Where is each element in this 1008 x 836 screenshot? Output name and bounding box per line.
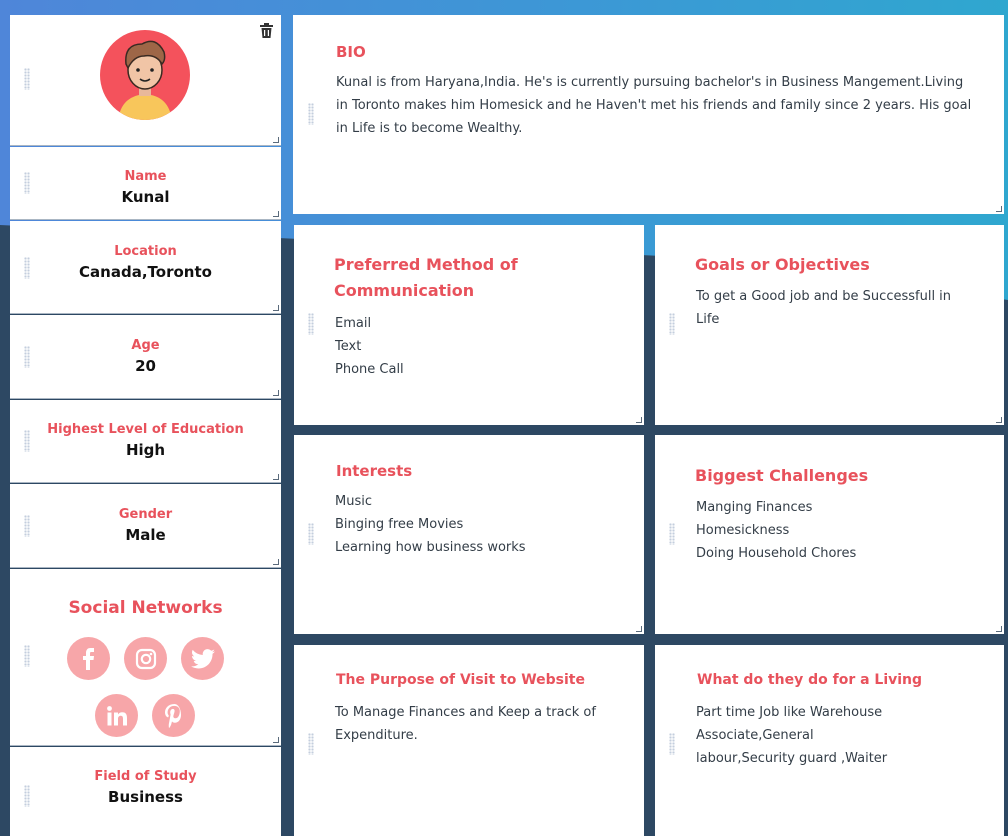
twitter-icon[interactable] [181,637,224,680]
drag-handle-icon[interactable] [24,257,30,279]
resize-handle-icon[interactable] [273,211,279,217]
goals-list: To get a Good job and be Successfull in … [696,285,966,331]
challenges-list: Manging Finances Homesickness Doing Hous… [696,496,856,565]
gender-label: Gender [118,507,173,522]
list-item: Phone Call [335,362,404,377]
bio-title: BIO [336,43,366,61]
field-of-study-card[interactable]: Field of Study Business [10,747,281,836]
bio-card[interactable]: BIO Kunal is from Haryana,India. He's is… [293,15,1004,214]
drag-handle-icon[interactable] [669,313,675,335]
communication-card[interactable]: Preferred Method of Communication Email … [294,225,644,425]
resize-handle-icon[interactable] [636,417,642,423]
drag-handle-icon[interactable] [669,523,675,545]
interests-card[interactable]: Interests Music Binging free Movies Lear… [294,435,644,634]
drag-handle-icon[interactable] [308,103,314,125]
drag-handle-icon[interactable] [24,68,30,90]
list-item: Doing Household Chores [696,546,857,561]
gender-value: Male [125,526,166,544]
purpose-title: The Purpose of Visit to Website [336,672,585,688]
name-value: Kunal [121,188,170,206]
communication-title: Preferred Method of Communication [334,255,518,300]
location-label: Location [114,244,177,259]
social-networks-card[interactable]: Social Networks [10,569,281,746]
challenges-card[interactable]: Biggest Challenges Manging Finances Home… [655,435,1004,634]
resize-handle-icon[interactable] [273,559,279,565]
purpose-list: To Manage Finances and Keep a track of E… [335,701,615,747]
field-value: Business [108,788,183,806]
gender-card[interactable]: Gender Male [10,484,281,568]
education-label: Highest Level of Education [47,422,244,437]
list-item: To get a Good job and be Successfull in … [696,289,952,327]
list-item: To Manage Finances and Keep a track of E… [335,705,596,743]
age-label: Age [131,338,160,353]
drag-handle-icon[interactable] [24,515,30,537]
drag-handle-icon[interactable] [308,733,314,755]
pinterest-icon[interactable] [152,694,195,737]
name-label: Name [124,169,167,184]
resize-handle-icon[interactable] [996,417,1002,423]
list-item: Music [335,494,372,509]
resize-handle-icon[interactable] [996,626,1002,632]
living-card[interactable]: What do they do for a Living Part time J… [655,645,1004,836]
education-value: High [125,441,166,459]
bio-text: Kunal is from Haryana,India. He's is cur… [336,75,972,136]
drag-handle-icon[interactable] [24,346,30,368]
list-item: Homesickness [696,523,790,538]
list-item: Part time Job like Warehouse Associate,G… [696,705,888,766]
list-item: Learning how business works [335,540,526,555]
living-title: What do they do for a Living [697,672,923,688]
interests-list: Music Binging free Movies Learning how b… [335,490,526,559]
challenges-title: Biggest Challenges [695,466,869,485]
living-list: Part time Job like Warehouse Associate,G… [696,701,906,770]
drag-handle-icon[interactable] [308,523,314,545]
drag-handle-icon[interactable] [24,785,30,807]
instagram-icon[interactable] [124,637,167,680]
resize-handle-icon[interactable] [996,206,1002,212]
location-card[interactable]: Location Canada,Toronto [10,221,281,314]
resize-handle-icon[interactable] [273,137,279,143]
drag-handle-icon[interactable] [308,313,314,335]
drag-handle-icon[interactable] [669,733,675,755]
goals-card[interactable]: Goals or Objectives To get a Good job an… [655,225,1004,425]
communication-list: Email Text Phone Call [335,312,404,381]
social-networks-title: Social Networks [68,598,223,618]
list-item: Email [335,316,372,331]
list-item: Binging free Movies [335,517,464,532]
resize-handle-icon[interactable] [273,474,279,480]
drag-handle-icon[interactable] [24,172,30,194]
avatar-card[interactable] [10,15,281,146]
drag-handle-icon[interactable] [24,645,30,667]
resize-handle-icon[interactable] [273,390,279,396]
goals-title: Goals or Objectives [695,255,870,274]
resize-handle-icon[interactable] [273,305,279,311]
linkedin-icon[interactable] [95,694,138,737]
list-item: Text [335,339,362,354]
list-item: Manging Finances [696,500,813,515]
name-card[interactable]: Name Kunal [10,147,281,220]
age-value: 20 [135,357,156,375]
drag-handle-icon[interactable] [24,430,30,452]
field-label: Field of Study [94,769,197,784]
education-card[interactable]: Highest Level of Education High [10,400,281,483]
age-card[interactable]: Age 20 [10,315,281,399]
resize-handle-icon[interactable] [273,737,279,743]
trash-icon[interactable] [260,23,273,42]
resize-handle-icon[interactable] [636,626,642,632]
avatar [100,30,190,124]
interests-title: Interests [336,462,413,480]
facebook-icon[interactable] [67,637,110,680]
location-value: Canada,Toronto [79,263,212,281]
purpose-card[interactable]: The Purpose of Visit to Website To Manag… [294,645,644,836]
